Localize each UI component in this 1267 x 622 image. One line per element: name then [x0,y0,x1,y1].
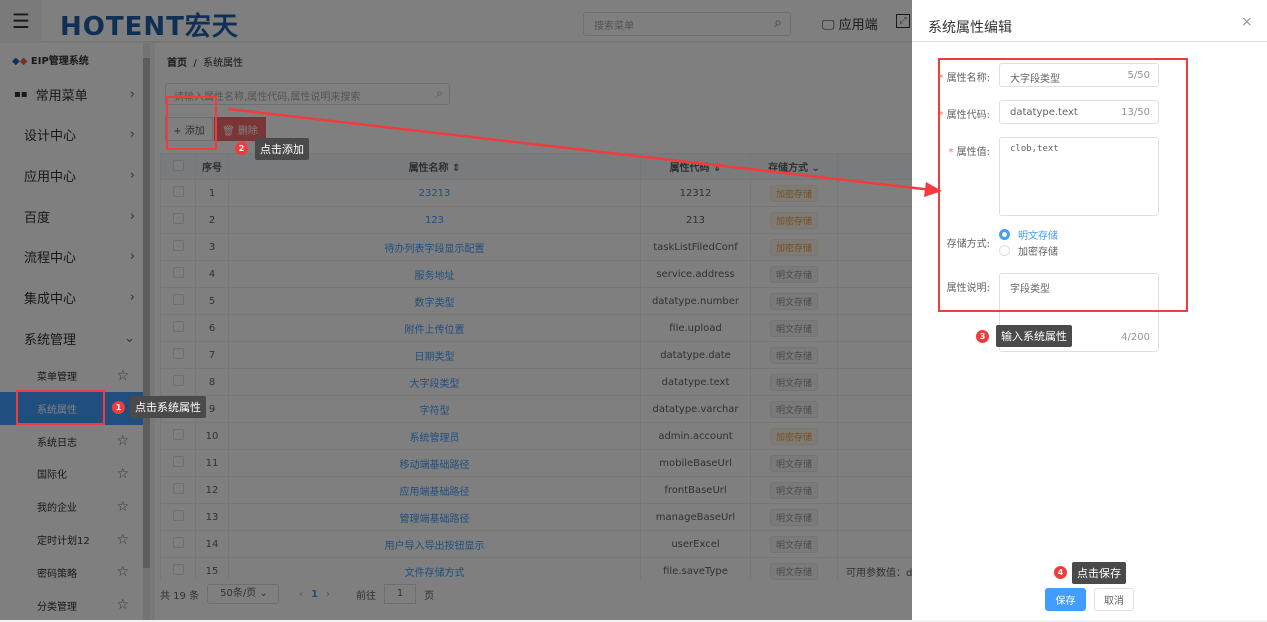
annotation-tooltip: 输入系统属性 [996,325,1072,347]
desc-count: 4/200 [1121,332,1150,343]
cancel-button[interactable]: 取消 [1094,588,1134,611]
annotation-tooltip: 点击系统属性 [130,396,206,418]
annotation-number: 2 [235,142,248,155]
annotation-number: 4 [1054,566,1067,579]
annotation-number: 1 [112,401,125,414]
save-button[interactable]: 保存 [1045,588,1086,611]
modal-mask[interactable] [0,0,912,620]
annotation-number: 3 [976,330,989,343]
annotation-tooltip: 点击添加 [255,138,309,160]
divider [912,41,1267,42]
annotation-box-sidebar [16,390,105,425]
annotation-box-add [166,96,217,150]
annotation-tooltip: 点击保存 [1072,562,1126,584]
drawer-title: 系统属性编辑 [928,20,1012,36]
close-icon[interactable]: × [1241,14,1253,30]
annotation-box-form [938,58,1188,312]
